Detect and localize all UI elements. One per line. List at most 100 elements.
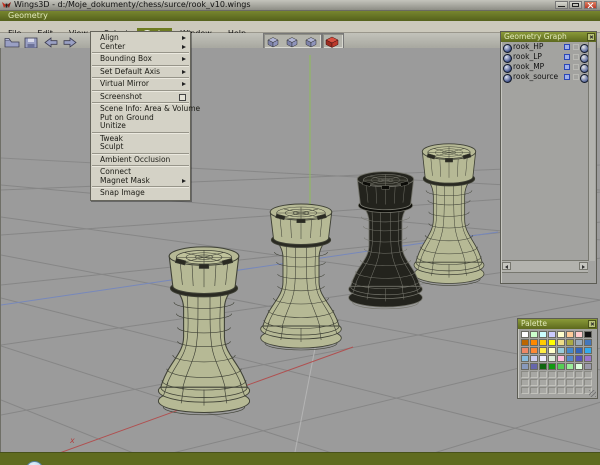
palette-swatch-14[interactable] (575, 339, 583, 346)
minimize-button[interactable] (555, 1, 568, 9)
menu-item-virtual-mirror[interactable]: Virtual Mirror (91, 79, 190, 89)
object-row-rook-mp[interactable]: rook_MP (501, 62, 596, 73)
palette-swatch-31[interactable] (584, 355, 592, 362)
palette-empty-swatch[interactable] (521, 379, 529, 386)
workspace-bar[interactable]: Geometry (0, 11, 600, 21)
menu-item-sculpt[interactable]: Sculpt (91, 142, 190, 152)
palette-swatch-37[interactable] (566, 363, 574, 370)
lock-toggle-icon[interactable] (573, 74, 579, 80)
palette-empty-swatch[interactable] (575, 387, 583, 394)
palette-swatch-15[interactable] (584, 339, 592, 346)
menu-item-bounding-box[interactable]: Bounding Box (91, 54, 190, 64)
palette-swatch-18[interactable] (539, 347, 547, 354)
eye-icon[interactable] (503, 73, 512, 83)
palette-empty-swatch[interactable] (548, 371, 556, 378)
object-row-rook-lp[interactable]: rook_LP (501, 52, 596, 63)
palette-swatch-7[interactable] (584, 331, 592, 338)
open-file-button[interactable] (3, 34, 21, 48)
rook-model-mp[interactable] (157, 246, 251, 416)
close-button[interactable] (584, 1, 597, 9)
palette-swatch-6[interactable] (575, 331, 583, 338)
palette-empty-swatch[interactable] (521, 371, 529, 378)
palette-swatch-23[interactable] (584, 347, 592, 354)
palette-empty-swatch[interactable] (557, 379, 565, 386)
palette-swatch-38[interactable] (575, 363, 583, 370)
palette-swatch-0[interactable] (521, 331, 529, 338)
palette-swatch-32[interactable] (521, 363, 529, 370)
palette-swatch-22[interactable] (575, 347, 583, 354)
palette-swatch-5[interactable] (566, 331, 574, 338)
palette-empty-swatch[interactable] (521, 387, 529, 394)
rook-model-source[interactable] (413, 143, 485, 286)
lock-toggle-icon[interactable] (573, 54, 579, 60)
palette-swatch-35[interactable] (548, 363, 556, 370)
menu-item-magnet-mask[interactable]: Magnet Mask (91, 176, 190, 186)
palette-swatch-39[interactable] (584, 363, 592, 370)
palette-swatch-16[interactable] (521, 347, 529, 354)
palette-swatch-4[interactable] (557, 331, 565, 338)
menu-item-set-default-axis[interactable]: Set Default Axis (91, 67, 190, 77)
palette-swatch-10[interactable] (539, 339, 547, 346)
geometry-graph-vscrollbar[interactable] (588, 42, 595, 261)
menu-item-center[interactable]: Center (91, 42, 190, 52)
save-file-button[interactable] (22, 34, 40, 49)
wireframe-toggle-icon[interactable] (564, 74, 570, 80)
menu-item-screenshot[interactable]: Screenshot (91, 92, 190, 101)
object-row-rook-hp[interactable]: rook_HP (501, 42, 596, 53)
maximize-button[interactable] (569, 1, 582, 9)
palette-empty-swatch[interactable] (584, 379, 592, 386)
geometry-graph-hscrollbar[interactable] (502, 260, 588, 273)
menu-item-unitize[interactable]: Unitize (91, 121, 190, 131)
palette-empty-swatch[interactable] (539, 371, 547, 378)
palette-empty-swatch[interactable] (557, 387, 565, 394)
palette-swatch-28[interactable] (557, 355, 565, 362)
palette-swatch-26[interactable] (539, 355, 547, 362)
palette-titlebar[interactable]: Palette (518, 319, 597, 329)
rook-model-hp-dark[interactable] (348, 171, 423, 310)
palette-swatch-17[interactable] (530, 347, 538, 354)
palette-swatch-27[interactable] (548, 355, 556, 362)
palette-empty-swatch[interactable] (575, 379, 583, 386)
wireframe-toggle-icon[interactable] (564, 44, 570, 50)
palette-empty-swatch[interactable] (566, 379, 574, 386)
palette-empty-swatch[interactable] (530, 371, 538, 378)
vertex-mode-button[interactable] (264, 34, 282, 47)
scroll-right-icon[interactable] (579, 262, 588, 270)
palette-swatch-9[interactable] (530, 339, 538, 346)
palette-swatch-25[interactable] (530, 355, 538, 362)
menu-item-snap-image[interactable]: Snap Image (91, 188, 190, 198)
lock-toggle-icon[interactable] (573, 64, 579, 70)
palette-close-icon[interactable] (588, 320, 596, 328)
palette-empty-swatch[interactable] (548, 387, 556, 394)
palette-swatch-11[interactable] (548, 339, 556, 346)
palette-empty-swatch[interactable] (566, 371, 574, 378)
title-bar[interactable]: Wings3D - d:/Moje_dokumenty/chess/surce/… (0, 0, 600, 11)
palette-swatch-29[interactable] (566, 355, 574, 362)
palette-swatch-13[interactable] (566, 339, 574, 346)
palette-swatch-20[interactable] (557, 347, 565, 354)
palette-empty-swatch[interactable] (557, 371, 565, 378)
palette-swatch-1[interactable] (530, 331, 538, 338)
palette-swatch-30[interactable] (575, 355, 583, 362)
palette-swatch-24[interactable] (521, 355, 529, 362)
palette-empty-swatch[interactable] (530, 379, 538, 386)
scroll-left-icon[interactable] (502, 262, 511, 270)
palette-swatch-3[interactable] (548, 331, 556, 338)
palette-empty-swatch[interactable] (530, 387, 538, 394)
palette-swatch-8[interactable] (521, 339, 529, 346)
palette-empty-swatch[interactable] (548, 379, 556, 386)
edge-mode-button[interactable] (283, 34, 301, 47)
palette-empty-swatch[interactable] (539, 379, 547, 386)
palette-swatch-19[interactable] (548, 347, 556, 354)
wireframe-toggle-icon[interactable] (564, 54, 570, 60)
palette-swatch-33[interactable] (530, 363, 538, 370)
wireframe-toggle-icon[interactable] (564, 64, 570, 70)
palette-resize-grip[interactable] (589, 390, 596, 397)
menu-item-ambient-occlusion[interactable]: Ambient Occlusion (91, 155, 190, 165)
palette-empty-swatch[interactable] (539, 387, 547, 394)
lock-toggle-icon[interactable] (573, 44, 579, 50)
palette-swatch-12[interactable] (557, 339, 565, 346)
palette-swatch-36[interactable] (557, 363, 565, 370)
palette-empty-swatch[interactable] (584, 371, 592, 378)
undo-button[interactable] (42, 34, 60, 48)
